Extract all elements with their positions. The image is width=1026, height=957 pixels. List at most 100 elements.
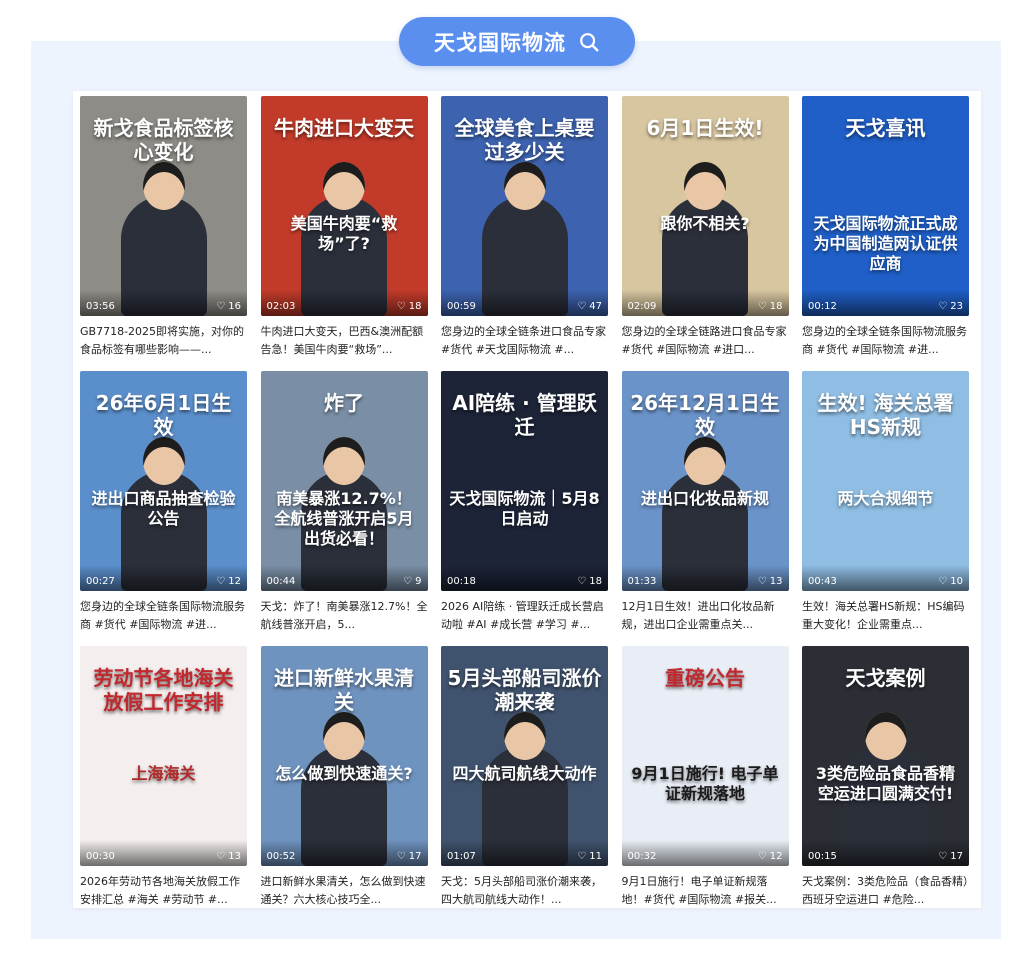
video-meta-bar: 00:32 ♡ 12 <box>621 840 789 866</box>
video-thumbnail[interactable]: 26年6月1日生效 进出口商品抽查检验公告 00:27 ♡ 12 <box>80 371 247 591</box>
video-meta-bar: 00:18 ♡ 18 <box>441 565 608 591</box>
video-card[interactable]: 劳动节各地海关放假工作安排 上海海关 00:30 ♡ 13 2026年劳动节各地海关放假工… <box>80 646 247 916</box>
like-count-value: 17 <box>950 851 963 862</box>
video-meta-bar: 00:52 ♡ 17 <box>260 840 428 866</box>
video-duration: 03:56 <box>86 301 115 312</box>
video-grid: 新戈食品标签核心变化 03:56 ♡ 16 GB7718-2025即将实施，对你的食品标… <box>80 96 969 916</box>
video-caption[interactable]: GB7718-2025即将实施，对你的食品标签有哪些影响——... <box>80 323 247 359</box>
video-card[interactable]: 全球美食上桌要过多少关 00:59 ♡ 47 您身边的全球全链条进口食品专家#货代 #天… <box>441 96 608 366</box>
video-caption[interactable]: 9月1日施行！电子单证新规落地！#货代 #国际物流 #报关... <box>622 873 789 909</box>
like-count: ♡ 12 <box>216 576 241 587</box>
video-card[interactable]: AI陪练 · 管理跃迁 天戈国际物流｜5月8日启动 00:18 ♡ 18 2026 AI陪… <box>441 371 608 641</box>
video-thumbnail[interactable]: 新戈食品标签核心变化 03:56 ♡ 16 <box>80 96 247 316</box>
video-duration: 01:33 <box>627 576 657 587</box>
thumbnail-subtitle: 进出口商品抽查检验公告 <box>91 489 236 528</box>
video-caption[interactable]: 天戈案例：3类危险品（食品香精）西班牙空运进口 #危险... <box>802 873 969 909</box>
video-thumbnail[interactable]: 天戈案例 3类危险品食品香精空运进口圆满交付! 00:15 ♡ 17 <box>802 646 969 866</box>
video-thumbnail[interactable]: AI陪练 · 管理跃迁 天戈国际物流｜5月8日启动 00:18 ♡ 18 <box>441 371 608 591</box>
video-thumbnail[interactable]: 6月1日生效! 跟你不相关? 02:09 ♡ 18 <box>621 96 789 316</box>
like-count: ♡ 17 <box>938 851 963 862</box>
video-card[interactable]: 5月头部船司涨价潮来袭 四大航司航线大动作 01:07 ♡ 11 天戈：5月头部船司涨价潮… <box>441 646 608 916</box>
like-count-value: 13 <box>769 576 783 587</box>
thumbnail-title: 26年12月1日生效 <box>630 391 780 439</box>
video-duration: 01:07 <box>447 851 476 862</box>
video-thumbnail[interactable]: 26年12月1日生效 进出口化妆品新规 01:33 ♡ 13 <box>621 371 789 591</box>
video-duration: 00:15 <box>808 851 837 862</box>
like-count-value: 13 <box>228 851 241 862</box>
video-caption[interactable]: 您身边的全球全链条进口食品专家#货代 #天戈国际物流 #... <box>441 323 608 359</box>
video-card[interactable]: 26年12月1日生效 进出口化妆品新规 01:33 ♡ 13 12月1日生效！进出口化妆品… <box>621 371 789 641</box>
thumbnail-subtitle: 怎么做到快速通关? <box>275 764 413 783</box>
video-thumbnail[interactable]: 劳动节各地海关放假工作安排 上海海关 00:30 ♡ 13 <box>80 646 247 866</box>
video-meta-bar: 00:44 ♡ 9 <box>260 565 428 591</box>
like-count-value: 18 <box>408 301 422 312</box>
video-card[interactable]: 6月1日生效! 跟你不相关? 02:09 ♡ 18 您身边的全球全链路进口食品专家#货代 … <box>621 96 789 366</box>
video-thumbnail[interactable]: 天戈喜讯 天戈国际物流正式成为中国制造网认证供应商 00:12 ♡ 23 <box>802 96 969 316</box>
heart-icon: ♡ <box>577 850 587 862</box>
video-card[interactable]: 天戈案例 3类危险品食品香精空运进口圆满交付! 00:15 ♡ 17 天戈案例：3类危险品… <box>802 646 969 916</box>
thumbnail-title: 牛肉进口大变天 <box>274 116 414 140</box>
like-count-value: 12 <box>769 851 783 862</box>
video-meta-bar: 01:33 ♡ 13 <box>621 565 789 591</box>
video-caption[interactable]: 2026 AI陪练 · 管理跃迁成长营启动啦 #AI #成长营 #学习 #... <box>441 598 608 634</box>
video-card[interactable]: 26年6月1日生效 进出口商品抽查检验公告 00:27 ♡ 12 您身边的全球全链条国际物… <box>80 371 247 641</box>
video-duration: 00:44 <box>266 576 296 587</box>
heart-icon: ♡ <box>403 575 413 587</box>
video-caption[interactable]: 您身边的全球全链条国际物流服务商 #货代 #国际物流 #进... <box>80 598 247 634</box>
video-caption[interactable]: 2026年劳动节各地海关放假工作安排汇总 #海关 #劳动节 #... <box>80 873 247 909</box>
video-duration: 02:03 <box>266 301 296 312</box>
heart-icon: ♡ <box>938 300 948 312</box>
video-card[interactable]: 重磅公告 9月1日施行! 电子单证新规落地 00:32 ♡ 12 9月1日施行！电子单证新… <box>621 646 789 916</box>
video-card[interactable]: 牛肉进口大变天 美国牛肉要“救场”了? 02:03 ♡ 18 牛肉进口大变天，巴西&澳洲配… <box>260 96 428 366</box>
heart-icon: ♡ <box>216 575 226 587</box>
video-caption[interactable]: 进口新鲜水果清关，怎么做到快速通关？六大核心技巧全... <box>261 873 428 909</box>
video-caption[interactable]: 牛肉进口大变天，巴西&澳洲配额告急！美国牛肉要“救场”... <box>261 323 428 359</box>
video-meta-bar: 00:30 ♡ 13 <box>80 840 247 866</box>
video-thumbnail[interactable]: 全球美食上桌要过多少关 00:59 ♡ 47 <box>441 96 608 316</box>
video-caption[interactable]: 天戈：炸了！南美暴涨12.7%！全航线普涨开启，5... <box>261 598 428 634</box>
video-thumbnail[interactable]: 生效! 海关总署HS新规 两大合规细节 00:43 ♡ 10 <box>802 371 969 591</box>
thumbnail-subtitle: 9月1日施行! 电子单证新规落地 <box>631 764 779 803</box>
video-duration: 00:18 <box>447 576 476 587</box>
video-caption[interactable]: 您身边的全球全链条国际物流服务商 #货代 #国际物流 #进... <box>802 323 969 359</box>
video-duration: 00:32 <box>627 851 657 862</box>
search-icon[interactable] <box>578 31 600 53</box>
like-count: ♡ 10 <box>938 576 963 587</box>
like-count-value: 16 <box>228 301 241 312</box>
video-thumbnail[interactable]: 5月头部船司涨价潮来袭 四大航司航线大动作 01:07 ♡ 11 <box>441 646 608 866</box>
video-card[interactable]: 炸了 南美暴涨12.7%！全航线普涨开启5月出货必看！ 00:44 ♡ 9 天戈：炸了！南… <box>260 371 428 641</box>
like-count-value: 12 <box>228 576 241 587</box>
video-duration: 02:09 <box>627 301 657 312</box>
heart-icon: ♡ <box>757 850 767 862</box>
thumbnail-subtitle: 天戈国际物流｜5月8日启动 <box>449 489 600 528</box>
heart-icon: ♡ <box>216 300 226 312</box>
like-count: ♡ 23 <box>938 301 963 312</box>
video-thumbnail[interactable]: 重磅公告 9月1日施行! 电子单证新规落地 00:32 ♡ 12 <box>621 646 789 866</box>
like-count-value: 17 <box>408 851 422 862</box>
search-title: 天戈国际物流 <box>434 30 566 55</box>
video-card[interactable]: 进口新鲜水果清关怎么做到快速通关? 00:52 ♡ 17 进口新鲜水果清关，怎么做到快速… <box>260 646 428 916</box>
like-count-value: 47 <box>589 301 602 312</box>
video-thumbnail[interactable]: 炸了 南美暴涨12.7%！全航线普涨开启5月出货必看！ 00:44 ♡ 9 <box>260 371 428 591</box>
video-card[interactable]: 新戈食品标签核心变化 03:56 ♡ 16 GB7718-2025即将实施，对你的食品标… <box>80 96 247 366</box>
video-caption[interactable]: 您身边的全球全链路进口食品专家#货代 #国际物流 #进口... <box>622 323 789 359</box>
video-caption[interactable]: 12月1日生效！进出口化妆品新规，进出口企业需重点关... <box>622 598 789 634</box>
thumbnail-subtitle: 南美暴涨12.7%！全航线普涨开启5月出货必看！ <box>274 489 414 548</box>
video-caption[interactable]: 天戈：5月头部船司涨价潮来袭，四大航司航线大动作！... <box>441 873 608 909</box>
video-meta-bar: 01:07 ♡ 11 <box>441 840 608 866</box>
video-meta-bar: 00:27 ♡ 12 <box>80 565 247 591</box>
video-thumbnail[interactable]: 牛肉进口大变天 美国牛肉要“救场”了? 02:03 ♡ 18 <box>260 96 428 316</box>
thumbnail-title: 6月1日生效! <box>646 116 764 140</box>
video-thumbnail[interactable]: 进口新鲜水果清关怎么做到快速通关? 00:52 ♡ 17 <box>260 646 428 866</box>
thumbnail-title: 进口新鲜水果清关 <box>274 666 414 714</box>
heart-icon: ♡ <box>577 300 587 312</box>
video-caption[interactable]: 生效！海关总署HS新规：HS编码重大变化！企业需重点... <box>802 598 969 634</box>
search-pill[interactable]: 天戈国际物流 <box>399 17 635 66</box>
video-meta-bar: 03:56 ♡ 16 <box>80 290 247 316</box>
video-card[interactable]: 天戈喜讯 天戈国际物流正式成为中国制造网认证供应商 00:12 ♡ 23 您身边的全球全链… <box>802 96 969 366</box>
thumbnail-title: 炸了 <box>324 391 364 415</box>
like-count-value: 23 <box>950 301 963 312</box>
video-duration: 00:30 <box>86 851 115 862</box>
video-card[interactable]: 生效! 海关总署HS新规 两大合规细节 00:43 ♡ 10 生效！海关总署HS新规：HS… <box>802 371 969 641</box>
video-grid-card: 新戈食品标签核心变化 03:56 ♡ 16 GB7718-2025即将实施，对你的食品标… <box>73 91 981 908</box>
